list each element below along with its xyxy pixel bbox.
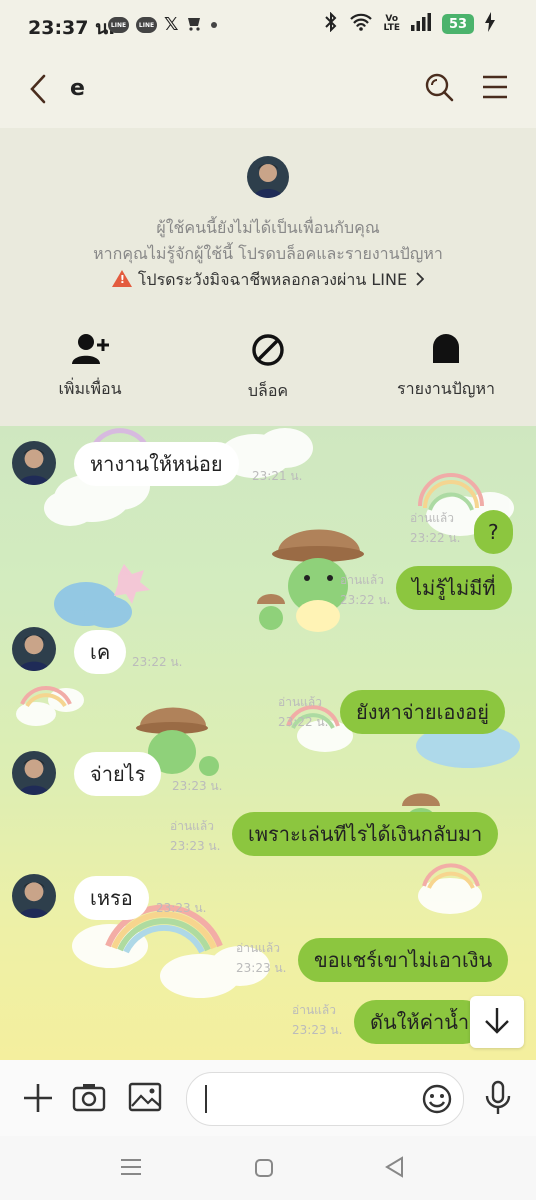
message-time: 23:22 น. [278,715,329,729]
block-icon [251,334,285,371]
chat-area[interactable]: หางานให้หน่อย 23:21 น. อ่านแล้ว 23:22 น.… [0,426,536,1060]
recent-apps-icon[interactable] [120,1158,142,1180]
volte-icon: Vo LTE [383,14,400,33]
incoming-message[interactable]: เค [74,630,127,674]
message-time: 23:23 น. [170,839,221,853]
sender-avatar[interactable] [12,874,56,918]
outgoing-message[interactable]: เพราะเล่นทีไรได้เงินกลับมา [232,812,499,856]
block-button[interactable]: บล็อค [188,333,348,404]
message-time: 23:23 น. [236,961,287,975]
incoming-message[interactable]: เหรอ [74,876,149,920]
status-time: 23:37 น. [28,17,116,39]
message-time: 23:23 น. [156,901,207,915]
search-icon[interactable] [424,72,456,108]
sender-avatar[interactable] [12,627,56,671]
status-bar: 23:37 น. LINE LINE 𝕏 Vo LTE 53 [0,0,536,50]
chevron-right-icon [416,271,425,290]
signal-icon [410,13,432,35]
sender-avatar[interactable] [12,441,56,485]
message-time: 23:22 น. [132,655,183,669]
read-receipt: อ่านแล้ว [340,573,384,587]
incoming-message[interactable]: จ่ายไร [74,752,162,796]
report-icon [431,334,461,369]
profile-avatar[interactable] [247,156,289,198]
message-time: 23:21 น. [252,469,303,483]
home-icon[interactable] [254,1158,274,1182]
outgoing-message[interactable]: ยังหาจ่ายเองอยู่ [340,690,505,734]
outgoing-message[interactable]: ? [474,510,513,554]
wifi-icon [349,13,373,35]
sender-avatar[interactable] [12,751,56,795]
add-friend-icon [70,334,110,369]
arrow-down-icon [484,1006,510,1038]
menu-icon[interactable] [482,74,508,104]
plus-icon[interactable] [22,1082,54,1118]
add-friend-button[interactable]: เพิ่มเพื่อน [10,333,170,402]
message-time: 23:23 น. [292,1023,343,1037]
battery-icon: 53 [442,14,474,34]
read-receipt: อ่านแล้ว [278,695,322,709]
back-nav-icon[interactable] [384,1156,404,1182]
chat-title: e [70,76,85,101]
block-label: บล็อค [247,381,289,400]
read-receipt: อ่านแล้ว [170,819,214,833]
app-notification-icon [186,14,204,36]
back-arrow-icon[interactable] [26,72,50,110]
emoji-icon[interactable] [421,1083,453,1119]
block-report-notice: หากคุณไม่รู้จักผู้ใช้นี้ โปรดบล็อคและราย… [93,244,443,263]
scam-warning-text: โปรดระวังมิจฉาชีพหลอกลวงผ่าน LINE [137,270,408,289]
line-notification-icon: LINE [136,17,157,33]
message-input[interactable] [186,1072,464,1126]
message-time: 23:22 น. [410,531,461,545]
add-friend-label: เพิ่มเพื่อน [58,379,122,398]
scam-warning-link[interactable]: โปรดระวังมิจฉาชีพหลอกลวงผ่าน LINE [0,268,536,293]
bluetooth-icon [323,11,339,36]
microphone-icon[interactable] [484,1080,512,1120]
not-friend-notice: ผู้ใช้คนนี้ยังไม่ได้เป็นเพื่อนกับคุณ [156,218,380,237]
scroll-to-bottom-button[interactable] [470,996,524,1048]
report-label: รายงานปัญหา [396,379,495,398]
camera-icon[interactable] [72,1082,106,1116]
read-receipt: อ่านแล้ว [410,511,454,525]
read-receipt: อ่านแล้ว [236,941,280,955]
message-time: 23:22 น. [340,593,391,607]
message-composer [0,1060,536,1136]
chat-header: e [0,50,536,128]
system-navigation-bar [0,1136,536,1200]
line-notification-icon: LINE [108,17,129,33]
read-receipt: อ่านแล้ว [292,1003,336,1017]
charging-icon [484,12,496,36]
outgoing-message[interactable]: ดันให้ค่าน้ำ [354,1000,486,1044]
more-notifications-dot [210,22,217,28]
report-button[interactable]: รายงานปัญหา [366,333,526,402]
outgoing-message[interactable]: ไม่รู้ไม่มีที่ [396,566,512,610]
incoming-message[interactable]: หางานให้หน่อย [74,442,239,486]
message-time: 23:23 น. [172,779,223,793]
warning-icon [111,270,132,287]
image-icon[interactable] [128,1082,162,1116]
stranger-info-panel: ผู้ใช้คนนี้ยังไม่ได้เป็นเพื่อนกับคุณ หาก… [0,128,536,426]
text-cursor [205,1085,207,1113]
outgoing-message[interactable]: ขอแชร์เขาไม่เอาเงิน [298,938,509,982]
x-notification-icon: 𝕏 [164,14,179,35]
